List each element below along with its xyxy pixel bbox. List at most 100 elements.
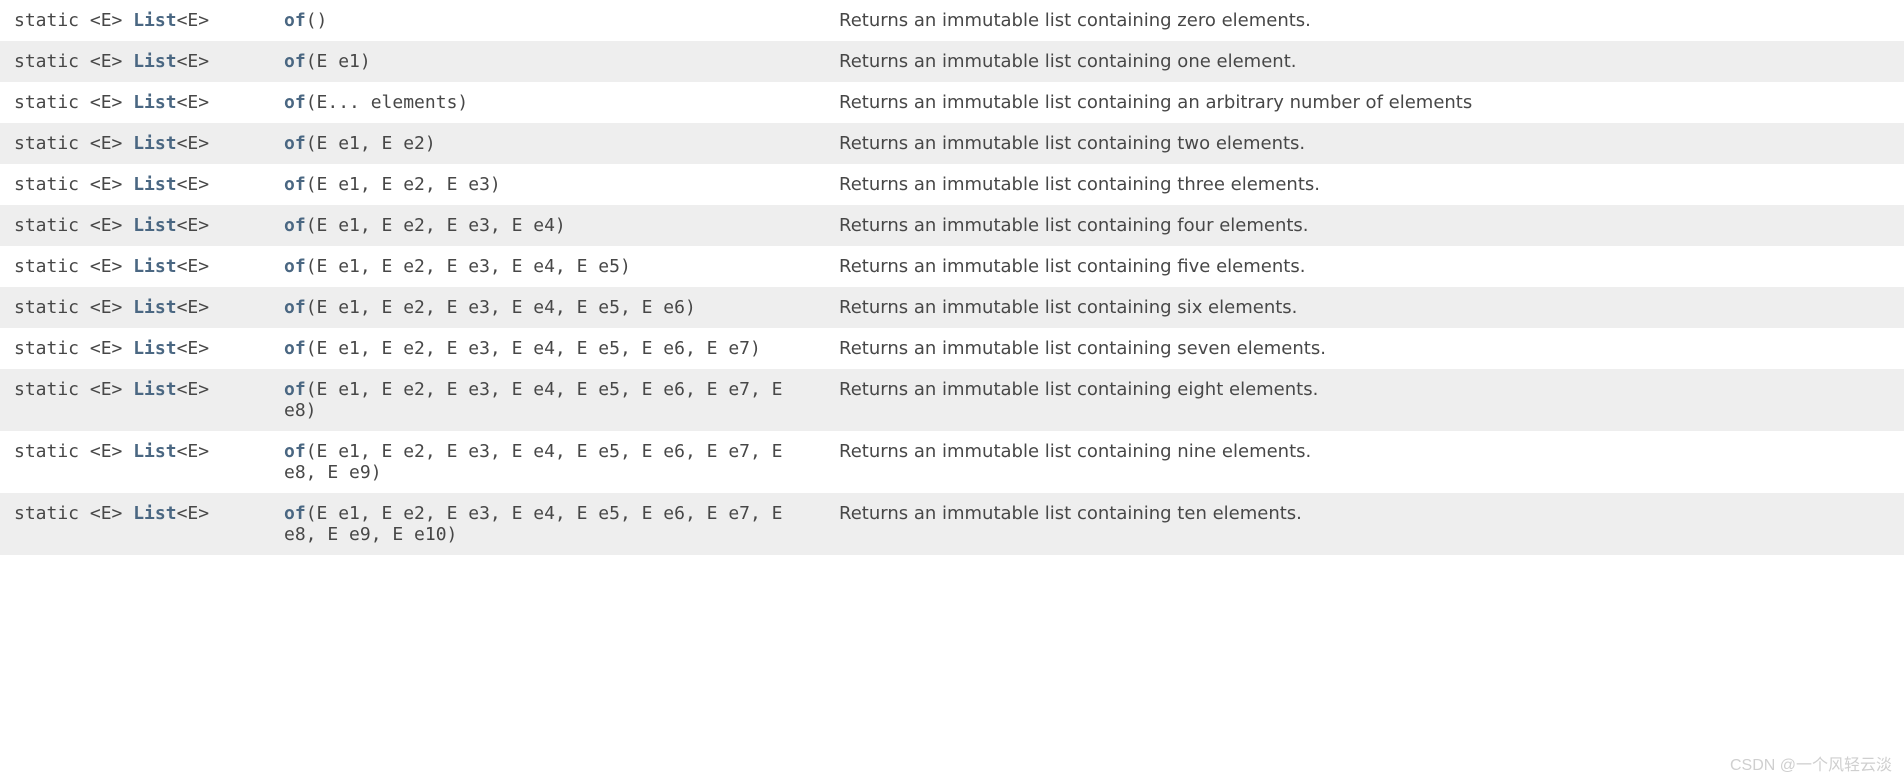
modifier-and-type: static <E> List<E> <box>0 0 270 41</box>
modifier-and-type: static <E> List<E> <box>0 369 270 431</box>
modifier-and-type: static <E> List<E> <box>0 123 270 164</box>
method-params: (E e1, E e2, E e3, E e4, E e5, E e6, E e… <box>306 338 761 359</box>
method-description: Returns an immutable list containing sev… <box>825 328 1904 369</box>
return-type-suffix: <E> <box>177 256 210 277</box>
table-row: static <E> List<E>of(E e1, E e2, E e3, E… <box>0 205 1904 246</box>
return-type-link[interactable]: List <box>133 133 176 154</box>
table-row: static <E> List<E>of(E... elements)Retur… <box>0 82 1904 123</box>
return-type-link[interactable]: List <box>133 297 176 318</box>
modifier-text: static <E> <box>14 379 133 400</box>
method-name-link[interactable]: of <box>284 51 306 72</box>
method-name-link[interactable]: of <box>284 503 306 524</box>
method-description: Returns an immutable list containing fiv… <box>825 246 1904 287</box>
modifier-text: static <E> <box>14 51 133 72</box>
modifier-text: static <E> <box>14 215 133 236</box>
return-type-suffix: <E> <box>177 133 210 154</box>
table-row: static <E> List<E>of(E e1, E e2)Returns … <box>0 123 1904 164</box>
return-type-link[interactable]: List <box>133 441 176 462</box>
return-type-suffix: <E> <box>177 92 210 113</box>
modifier-and-type: static <E> List<E> <box>0 431 270 493</box>
return-type-link[interactable]: List <box>133 503 176 524</box>
method-name-link[interactable]: of <box>284 133 306 154</box>
method-params: () <box>306 10 328 31</box>
method-name-link[interactable]: of <box>284 256 306 277</box>
method-name-link[interactable]: of <box>284 215 306 236</box>
method-name-link[interactable]: of <box>284 10 306 31</box>
method-signature: of(E e1, E e2, E e3, E e4, E e5) <box>270 246 825 287</box>
method-params: (E e1, E e2, E e3, E e4, E e5) <box>306 256 631 277</box>
modifier-and-type: static <E> List<E> <box>0 205 270 246</box>
method-name-link[interactable]: of <box>284 441 306 462</box>
method-signature: of(E e1, E e2, E e3, E e4, E e5, E e6, E… <box>270 369 825 431</box>
return-type-suffix: <E> <box>177 297 210 318</box>
table-row: static <E> List<E>of(E e1, E e2, E e3, E… <box>0 493 1904 555</box>
return-type-suffix: <E> <box>177 503 210 524</box>
method-signature: of(E e1, E e2, E e3, E e4, E e5, E e6, E… <box>270 493 825 555</box>
return-type-link[interactable]: List <box>133 51 176 72</box>
modifier-text: static <E> <box>14 92 133 113</box>
modifier-and-type: static <E> List<E> <box>0 328 270 369</box>
return-type-link[interactable]: List <box>133 215 176 236</box>
modifier-and-type: static <E> List<E> <box>0 493 270 555</box>
table-row: static <E> List<E>of(E e1, E e2, E e3, E… <box>0 287 1904 328</box>
table-row: static <E> List<E>of(E e1, E e2, E e3, E… <box>0 431 1904 493</box>
method-summary-table: static <E> List<E>of()Returns an immutab… <box>0 0 1904 555</box>
method-description: Returns an immutable list containing ten… <box>825 493 1904 555</box>
method-description: Returns an immutable list containing six… <box>825 287 1904 328</box>
method-name-link[interactable]: of <box>284 379 306 400</box>
method-name-link[interactable]: of <box>284 92 306 113</box>
modifier-text: static <E> <box>14 503 133 524</box>
return-type-link[interactable]: List <box>133 256 176 277</box>
method-params: (E e1) <box>306 51 371 72</box>
watermark: CSDN @一个风轻云淡 <box>1730 751 1892 775</box>
return-type-link[interactable]: List <box>133 338 176 359</box>
method-description: Returns an immutable list containing two… <box>825 123 1904 164</box>
modifier-and-type: static <E> List<E> <box>0 41 270 82</box>
method-params: (E... elements) <box>306 92 469 113</box>
table-row: static <E> List<E>of(E e1)Returns an imm… <box>0 41 1904 82</box>
method-name-link[interactable]: of <box>284 297 306 318</box>
modifier-and-type: static <E> List<E> <box>0 287 270 328</box>
method-name-link[interactable]: of <box>284 174 306 195</box>
modifier-text: static <E> <box>14 133 133 154</box>
modifier-and-type: static <E> List<E> <box>0 246 270 287</box>
method-params: (E e1, E e2, E e3, E e4, E e5, E e6, E e… <box>284 503 783 545</box>
method-name-link[interactable]: of <box>284 338 306 359</box>
return-type-suffix: <E> <box>177 441 210 462</box>
method-params: (E e1, E e2, E e3, E e4, E e5, E e6, E e… <box>284 379 783 421</box>
return-type-suffix: <E> <box>177 215 210 236</box>
method-params: (E e1, E e2, E e3, E e4, E e5, E e6) <box>306 297 696 318</box>
method-signature: of(E e1, E e2, E e3) <box>270 164 825 205</box>
return-type-suffix: <E> <box>177 174 210 195</box>
return-type-link[interactable]: List <box>133 174 176 195</box>
method-signature: of() <box>270 0 825 41</box>
table-row: static <E> List<E>of(E e1, E e2, E e3, E… <box>0 328 1904 369</box>
return-type-suffix: <E> <box>177 10 210 31</box>
table-row: static <E> List<E>of(E e1, E e2, E e3, E… <box>0 369 1904 431</box>
modifier-text: static <E> <box>14 10 133 31</box>
method-signature: of(E e1, E e2) <box>270 123 825 164</box>
method-signature: of(E e1) <box>270 41 825 82</box>
method-signature: of(E e1, E e2, E e3, E e4, E e5, E e6, E… <box>270 328 825 369</box>
modifier-and-type: static <E> List<E> <box>0 164 270 205</box>
method-description: Returns an immutable list containing eig… <box>825 369 1904 431</box>
method-params: (E e1, E e2, E e3, E e4) <box>306 215 566 236</box>
modifier-and-type: static <E> List<E> <box>0 82 270 123</box>
method-description: Returns an immutable list containing zer… <box>825 0 1904 41</box>
modifier-text: static <E> <box>14 441 133 462</box>
return-type-link[interactable]: List <box>133 379 176 400</box>
method-signature: of(E... elements) <box>270 82 825 123</box>
method-description: Returns an immutable list containing thr… <box>825 164 1904 205</box>
return-type-link[interactable]: List <box>133 10 176 31</box>
method-params: (E e1, E e2, E e3) <box>306 174 501 195</box>
method-params: (E e1, E e2) <box>306 133 436 154</box>
method-description: Returns an immutable list containing an … <box>825 82 1904 123</box>
method-signature: of(E e1, E e2, E e3, E e4, E e5, E e6, E… <box>270 431 825 493</box>
return-type-link[interactable]: List <box>133 92 176 113</box>
table-row: static <E> List<E>of(E e1, E e2, E e3)Re… <box>0 164 1904 205</box>
method-signature: of(E e1, E e2, E e3, E e4, E e5, E e6) <box>270 287 825 328</box>
table-row: static <E> List<E>of(E e1, E e2, E e3, E… <box>0 246 1904 287</box>
modifier-text: static <E> <box>14 174 133 195</box>
method-signature: of(E e1, E e2, E e3, E e4) <box>270 205 825 246</box>
return-type-suffix: <E> <box>177 51 210 72</box>
